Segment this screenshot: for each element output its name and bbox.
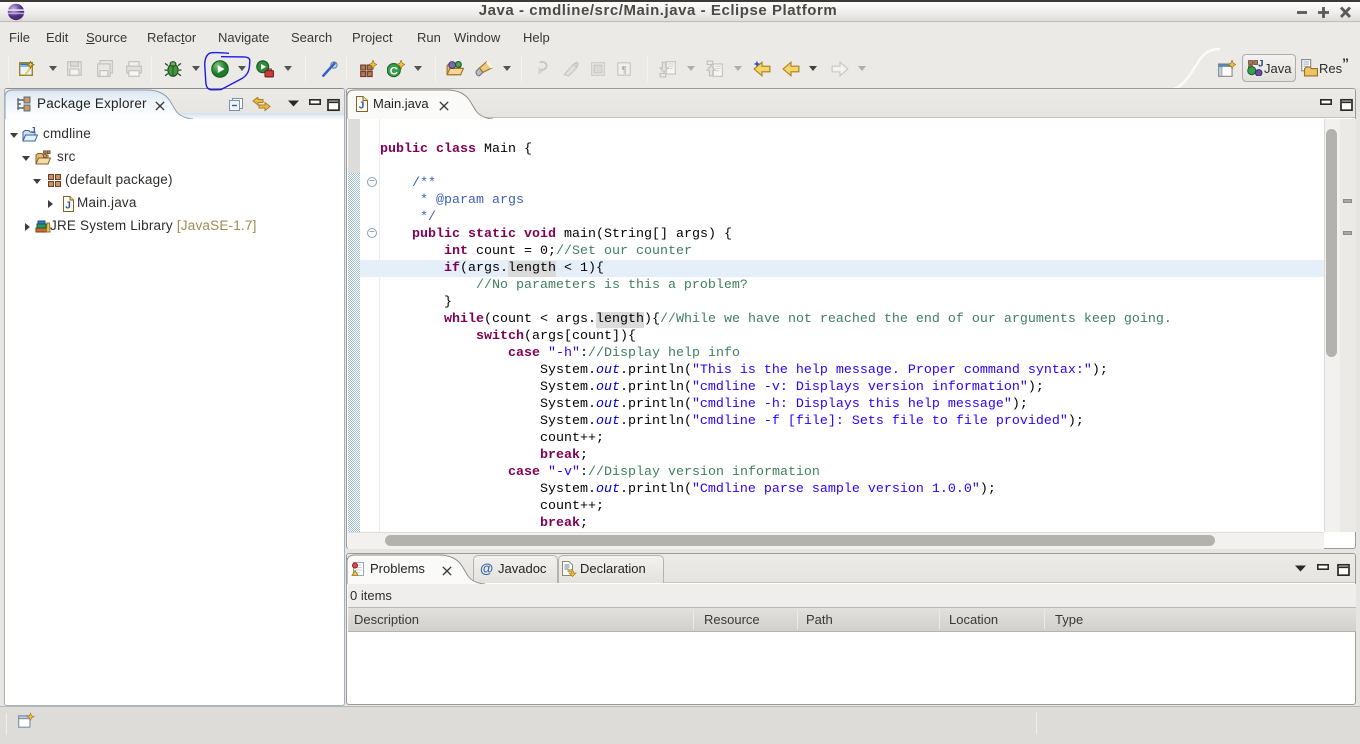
svg-text:J: J xyxy=(359,101,365,112)
svg-text:¶: ¶ xyxy=(621,65,627,76)
svg-text:C: C xyxy=(390,66,398,78)
svg-text:J: J xyxy=(65,201,71,212)
svg-text:J: J xyxy=(1258,59,1263,69)
svg-text:J: J xyxy=(31,127,36,135)
